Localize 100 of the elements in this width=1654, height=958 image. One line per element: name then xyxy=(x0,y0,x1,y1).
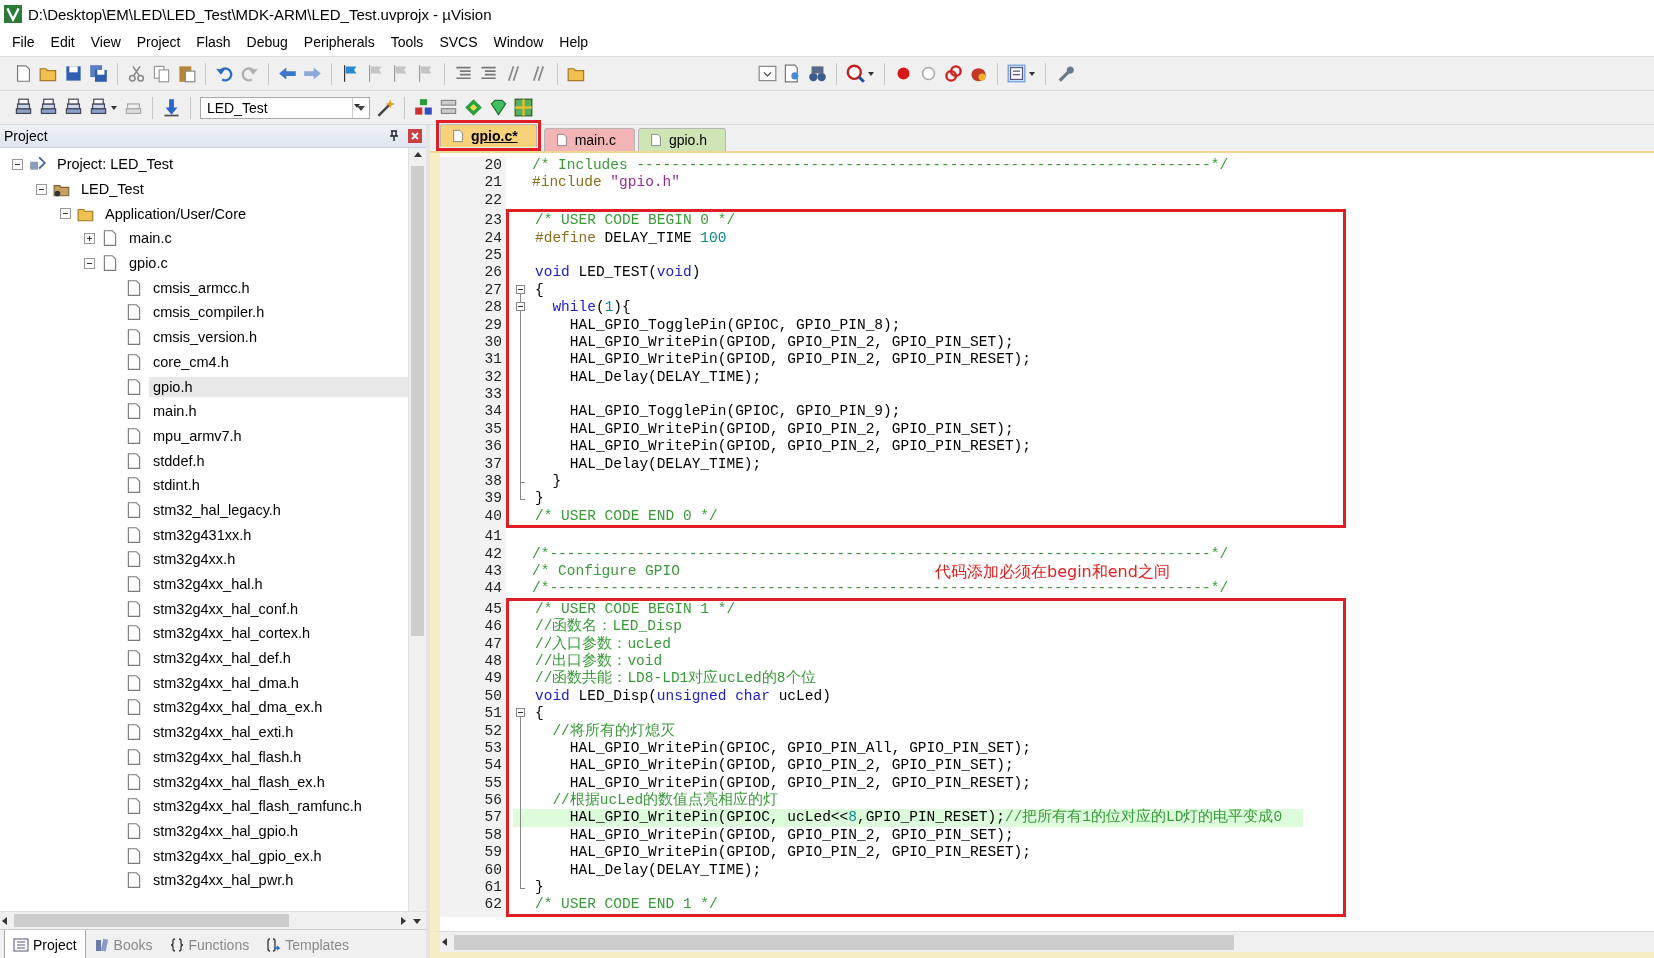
tree-item[interactable]: stm32g4xx.h xyxy=(149,549,240,570)
wand-icon[interactable] xyxy=(376,98,395,117)
collapse-icon[interactable] xyxy=(12,158,23,170)
file-icon xyxy=(125,278,143,297)
menu-item[interactable]: View xyxy=(82,34,129,50)
blocks-icon[interactable] xyxy=(414,98,433,117)
tree-item[interactable]: stm32g4xx_hal_dma_ex.h xyxy=(149,697,327,718)
diamond-icon[interactable] xyxy=(464,98,483,117)
code-line: /* Configure GPIO xyxy=(531,563,680,581)
collapse-icon[interactable] xyxy=(60,208,71,220)
cut-icon[interactable] xyxy=(127,64,146,83)
tree-item[interactable]: cmsis_compiler.h xyxy=(149,302,269,323)
tree-item[interactable]: LED_Test xyxy=(77,179,148,200)
expand-icon[interactable] xyxy=(84,232,95,244)
tree-item[interactable]: stm32g4xx_hal_dma.h xyxy=(149,672,303,693)
line-number: 48 xyxy=(483,652,503,671)
tree-item[interactable]: stm32g4xx_hal_exti.h xyxy=(149,722,298,743)
code-line: HAL_GPIO_TogglePin(GPIOC, GPIO_PIN_8); xyxy=(568,316,901,334)
code-line: { xyxy=(534,281,544,300)
line-number: 54 xyxy=(483,757,503,775)
menu-item[interactable]: Window xyxy=(485,34,552,50)
collapse-icon[interactable] xyxy=(516,302,525,312)
collapse-icon[interactable] xyxy=(516,284,525,294)
rings-icon[interactable] xyxy=(944,64,963,83)
tree-item[interactable]: stm32g4xx_hal_flash.h xyxy=(149,746,306,767)
scroll-left-icon[interactable] xyxy=(440,935,450,949)
tree-item[interactable]: stm32g4xx_hal_pwr.h xyxy=(149,870,298,891)
tree-item[interactable]: core_cm4.h xyxy=(149,351,233,372)
tree-item[interactable]: stdint.h xyxy=(149,475,204,496)
close-icon[interactable] xyxy=(408,129,422,143)
tree-item[interactable]: main.c xyxy=(125,228,176,249)
save-icon[interactable] xyxy=(64,64,83,83)
scroll-thumb[interactable] xyxy=(454,934,1234,950)
line-number: 27 xyxy=(483,281,503,300)
collapse-icon[interactable] xyxy=(84,257,95,269)
horizontal-scrollbar[interactable] xyxy=(0,911,426,929)
stack-icon[interactable] xyxy=(64,98,83,117)
pin-icon[interactable] xyxy=(388,130,400,142)
panel-tab[interactable]: Project xyxy=(4,930,86,958)
copy-icon[interactable] xyxy=(152,64,171,83)
menu-item[interactable]: Debug xyxy=(238,34,296,50)
dropdown-icon[interactable] xyxy=(758,64,777,83)
save-all-icon[interactable] xyxy=(89,64,108,83)
tree-item[interactable]: stm32g4xx_hal_flash_ramfunc.h xyxy=(149,796,366,817)
window-icon[interactable] xyxy=(1007,64,1026,83)
code-line: /* Includes ------------------------------------------------------------------*/ xyxy=(531,157,1229,175)
tree-item[interactable]: gpio.c xyxy=(125,253,172,274)
tree-item[interactable]: stm32_hal_legacy.h xyxy=(149,499,285,520)
collapse-icon[interactable] xyxy=(516,708,525,718)
menu-item[interactable]: SVCS xyxy=(431,34,486,50)
tree-item[interactable]: Project: LED_Test xyxy=(53,154,178,175)
file-tab[interactable]: gpio.c* xyxy=(440,124,537,147)
collapse-icon[interactable] xyxy=(36,183,47,195)
file-icon xyxy=(648,133,663,147)
line-number: 34 xyxy=(483,403,503,421)
menu-item[interactable]: Help xyxy=(551,34,597,50)
tree-item[interactable]: stm32g4xx_hal_def.h xyxy=(149,648,295,669)
tree-item[interactable]: stm32g4xx_hal_gpio_ex.h xyxy=(149,845,326,866)
download-icon[interactable] xyxy=(162,98,181,117)
line-number: 36 xyxy=(483,438,503,456)
menu-item[interactable]: Edit xyxy=(42,34,83,50)
menu-item[interactable]: Peripherals xyxy=(295,34,383,50)
tree-item[interactable]: stm32g4xx_hal_conf.h xyxy=(149,598,303,619)
tree-item[interactable]: cmsis_version.h xyxy=(149,327,261,348)
tree-item[interactable]: stm32g4xx_hal.h xyxy=(149,574,267,595)
tree-item[interactable]: Application/User/Core xyxy=(101,203,251,224)
blocks-icon[interactable] xyxy=(439,98,458,117)
tree-item[interactable]: stm32g4xx_hal_gpio.h xyxy=(149,820,303,841)
tree-item[interactable]: stm32g431xx.h xyxy=(149,524,256,545)
menu-item[interactable]: File xyxy=(4,34,43,50)
binoculars-icon[interactable] xyxy=(808,64,827,83)
scroll-thumb[interactable] xyxy=(14,914,289,927)
tree-item[interactable]: mpu_armv7.h xyxy=(149,425,246,446)
stack-icon[interactable] xyxy=(14,98,33,117)
tree-item[interactable]: stddef.h xyxy=(149,450,209,471)
undo-icon[interactable] xyxy=(215,64,234,83)
horizontal-scrollbar[interactable] xyxy=(430,931,1654,952)
menu-item[interactable]: Project xyxy=(128,34,189,50)
grid-icon[interactable] xyxy=(514,98,533,117)
stack-icon[interactable] xyxy=(89,98,108,117)
code-line: } xyxy=(534,879,544,897)
tree-item[interactable]: cmsis_armcc.h xyxy=(149,277,254,298)
tree-item[interactable]: main.h xyxy=(149,401,201,422)
vertical-scrollbar[interactable] xyxy=(408,148,426,911)
target-select[interactable]: LED_Test xyxy=(200,96,370,119)
tree-item[interactable]: gpio.h xyxy=(149,376,408,397)
magnifier-icon[interactable] xyxy=(846,64,865,83)
scroll-thumb[interactable] xyxy=(411,166,424,636)
tree-item[interactable]: stm32g4xx_hal_flash_ex.h xyxy=(149,771,329,792)
gem-icon[interactable] xyxy=(489,98,508,117)
file-tab[interactable]: main.c xyxy=(543,128,635,151)
file-tab[interactable]: gpio.h xyxy=(637,128,727,151)
new-file-icon[interactable] xyxy=(14,64,33,83)
paste-icon[interactable] xyxy=(177,64,196,83)
file-icon xyxy=(125,303,143,322)
tree-item[interactable]: stm32g4xx_hal_cortex.h xyxy=(149,623,315,644)
menu-item[interactable]: Tools xyxy=(382,34,432,50)
stack-icon[interactable] xyxy=(39,98,58,117)
menu-item[interactable]: Flash xyxy=(188,34,239,50)
code-line: HAL_GPIO_WritePin(GPIOD, GPIO_PIN_2, GPIO_PIN_SET); xyxy=(568,757,1014,775)
